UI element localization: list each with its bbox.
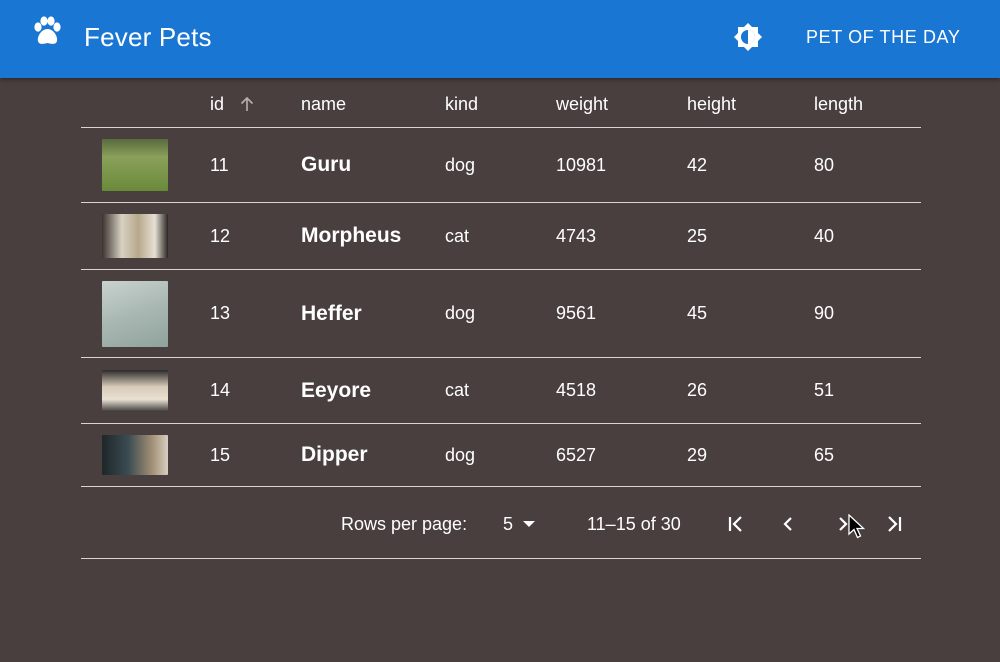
pet-of-the-day-button[interactable]: PET OF THE DAY xyxy=(792,19,974,55)
cell-height: 42 xyxy=(687,127,814,203)
chevron-left-icon[interactable] xyxy=(777,512,801,536)
column-header-height[interactable]: height xyxy=(687,82,814,128)
cell-length: 90 xyxy=(814,269,921,358)
cell-kind: dog xyxy=(445,423,556,487)
cell-height: 29 xyxy=(687,423,814,487)
table-row[interactable]: 15 Dipper dog 6527 29 65 xyxy=(81,423,921,487)
column-header-id[interactable]: id xyxy=(210,82,301,128)
cell-name: Eeyore xyxy=(301,357,445,424)
pet-photo xyxy=(102,214,168,258)
column-header-kind[interactable]: kind xyxy=(445,82,556,128)
arrow-up-icon[interactable] xyxy=(239,96,255,112)
cell-kind: cat xyxy=(445,202,556,270)
cell-id: 15 xyxy=(210,423,301,487)
app-title: Fever Pets xyxy=(84,22,212,52)
cell-weight: 6527 xyxy=(556,423,687,487)
last-page-icon[interactable] xyxy=(881,512,905,536)
pet-photo xyxy=(102,280,168,347)
cell-height: 26 xyxy=(687,357,814,424)
rows-per-page-label: Rows per page: xyxy=(341,514,468,534)
cell-name: Guru xyxy=(301,127,445,203)
column-header-name[interactable]: name xyxy=(301,82,445,128)
cell-length: 80 xyxy=(814,127,921,203)
cell-id: 12 xyxy=(210,202,301,270)
column-header-weight[interactable]: weight xyxy=(556,82,687,128)
pets-table: id name kind weight height length 11 Gur… xyxy=(81,82,921,487)
table-row[interactable]: 14 Eeyore cat 4518 26 51 xyxy=(81,357,921,424)
cell-weight: 9561 xyxy=(556,269,687,358)
cell-height: 25 xyxy=(687,202,814,270)
paw-icon xyxy=(34,16,61,44)
table-row[interactable]: 13 Heffer dog 9561 45 90 xyxy=(81,269,921,358)
app-bar: Fever Pets PET OF THE DAY xyxy=(0,0,1000,78)
cell-name: Dipper xyxy=(301,423,445,487)
cell-weight: 4518 xyxy=(556,357,687,424)
mouse-pointer-icon xyxy=(848,514,866,539)
cell-id: 14 xyxy=(210,357,301,424)
cell-name: Heffer xyxy=(301,269,445,358)
cell-length: 40 xyxy=(814,202,921,270)
brightness-icon[interactable] xyxy=(733,22,763,52)
caret-down-icon[interactable] xyxy=(522,520,536,528)
table-header-row: id name kind weight height length xyxy=(81,82,921,128)
cell-weight: 4743 xyxy=(556,202,687,270)
page-range-text: 11–15 of 30 xyxy=(587,514,681,534)
first-page-icon[interactable] xyxy=(725,512,749,536)
table-row[interactable]: 11 Guru dog 10981 42 80 xyxy=(81,127,921,203)
table-pagination: Rows per page: 5 11–15 of 30 xyxy=(81,490,921,559)
cell-height: 45 xyxy=(687,269,814,358)
pet-photo xyxy=(102,435,168,475)
column-header-image xyxy=(81,82,210,128)
cell-length: 51 xyxy=(814,357,921,424)
cell-name: Morpheus xyxy=(301,202,445,270)
cell-id: 13 xyxy=(210,269,301,358)
cell-weight: 10981 xyxy=(556,127,687,203)
column-header-id-label[interactable]: id xyxy=(210,94,224,114)
column-header-length[interactable]: length xyxy=(814,82,921,128)
cell-kind: cat xyxy=(445,357,556,424)
table-row[interactable]: 12 Morpheus cat 4743 25 40 xyxy=(81,202,921,270)
cell-kind: dog xyxy=(445,127,556,203)
pet-photo xyxy=(102,139,168,191)
pets-table-container: id name kind weight height length 11 Gur… xyxy=(81,82,921,487)
cell-kind: dog xyxy=(445,269,556,358)
rows-per-page-select[interactable]: 5 xyxy=(503,514,513,535)
cell-id: 11 xyxy=(210,127,301,203)
pet-photo xyxy=(102,369,168,412)
cell-length: 65 xyxy=(814,423,921,487)
